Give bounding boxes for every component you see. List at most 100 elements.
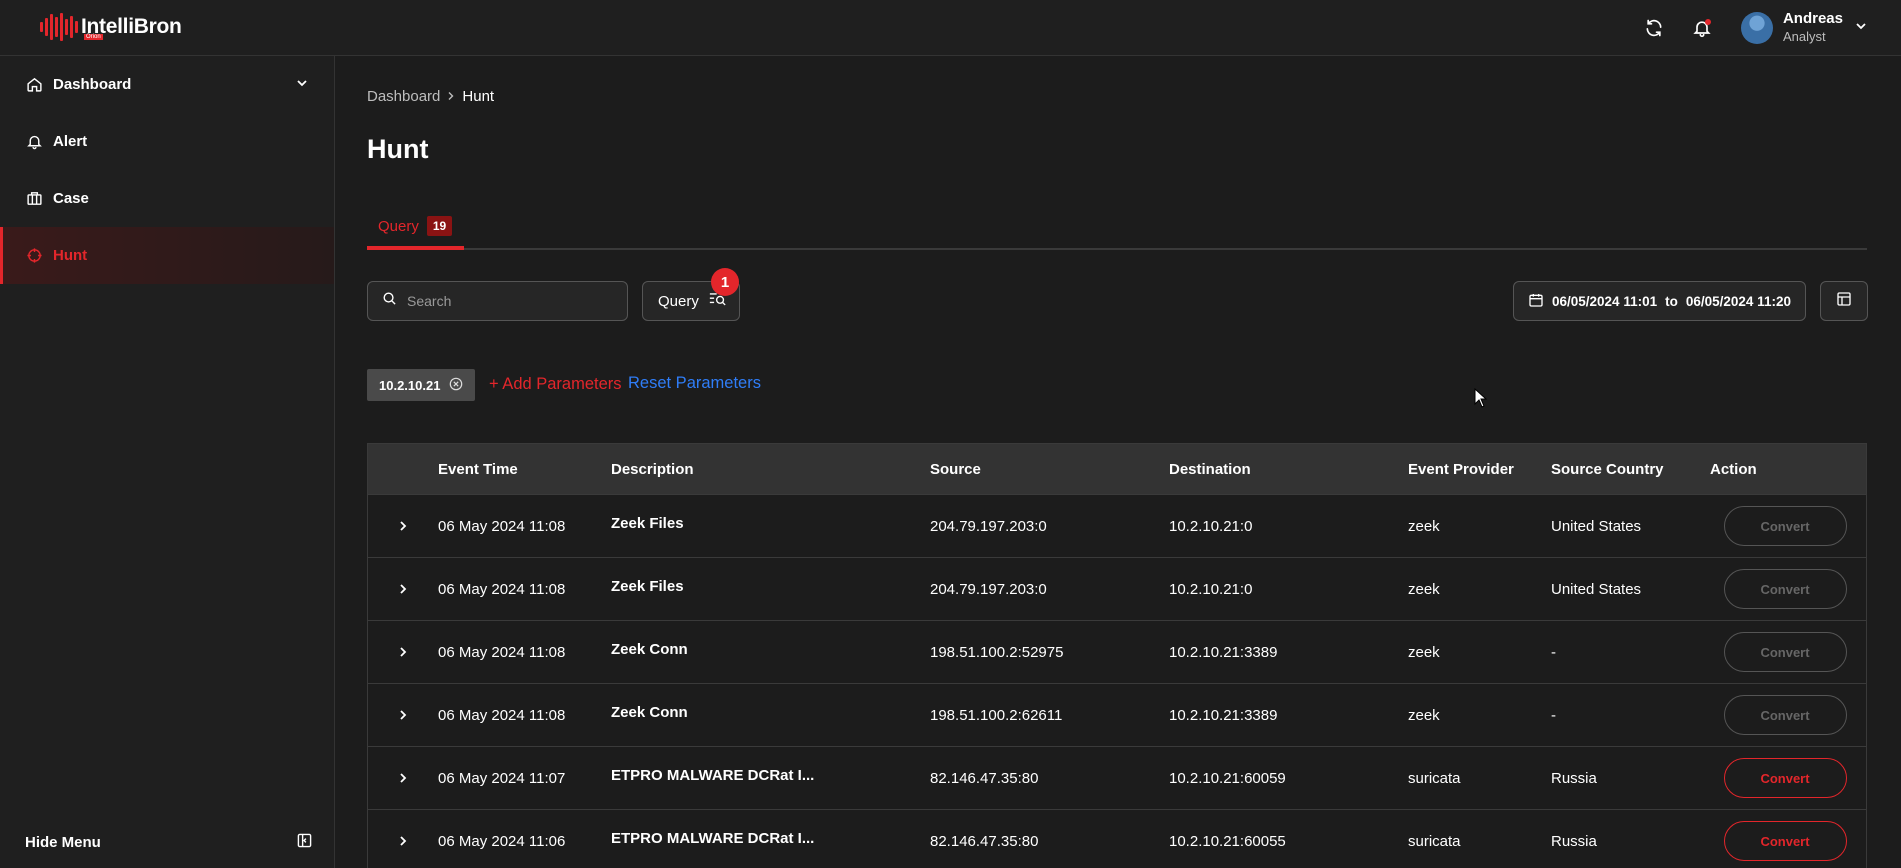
- tab-label: Query: [378, 217, 419, 235]
- convert-button[interactable]: Convert: [1723, 821, 1847, 861]
- sidebar-item-case[interactable]: Case: [0, 170, 334, 227]
- query-count-badge: 1: [711, 268, 739, 296]
- event-source: 204.79.197.203:0: [930, 580, 1047, 598]
- date-to: 06/05/2024 11:20: [1685, 293, 1791, 309]
- table-row[interactable]: 06 May 2024 11:08 Zeek Conn 198.51.100.2…: [368, 620, 1866, 683]
- convert-button[interactable]: Convert: [1723, 758, 1847, 798]
- tab-bar: Query 19: [367, 206, 1867, 250]
- convert-button[interactable]: Convert: [1723, 506, 1847, 546]
- event-provider: zeek: [1408, 706, 1440, 724]
- source-country: -: [1551, 643, 1556, 661]
- query-button-label: Query: [658, 292, 699, 310]
- event-provider: zeek: [1408, 580, 1440, 598]
- event-description: ETPRO MALWARE DCRat I...: [611, 829, 815, 847]
- search-input[interactable]: [407, 293, 607, 309]
- briefcase-icon: [25, 190, 43, 208]
- logo-mark-icon: [40, 12, 78, 42]
- event-time: 06 May 2024 11:08: [438, 517, 566, 535]
- add-parameters-link[interactable]: + Add Parameters: [489, 375, 622, 394]
- event-source: 82.146.47.35:80: [930, 832, 1039, 850]
- column-header[interactable]: Event Time: [438, 461, 611, 478]
- reset-parameters-link[interactable]: Reset Parameters: [628, 374, 761, 393]
- parameter-chip-label: 10.2.10.21: [379, 377, 441, 393]
- table-row[interactable]: 06 May 2024 11:06 ETPRO MALWARE DCRat I.…: [368, 809, 1866, 868]
- sidebar-item-label: Hunt: [53, 247, 88, 264]
- table-row[interactable]: 06 May 2024 11:08 Zeek Files 204.79.197.…: [368, 557, 1866, 620]
- column-header[interactable]: Description: [611, 461, 930, 478]
- remove-circle-icon[interactable]: [449, 377, 463, 394]
- column-header[interactable]: Source: [930, 461, 1169, 478]
- source-country: Russia: [1551, 769, 1597, 787]
- parameter-chip[interactable]: 10.2.10.21: [367, 369, 476, 401]
- event-description: Zeek Conn: [611, 703, 688, 721]
- chevron-right-icon: [400, 773, 407, 783]
- column-header[interactable]: Source Country: [1551, 461, 1710, 478]
- search-field[interactable]: [367, 281, 628, 321]
- sidebar-item-dashboard[interactable]: Dashboard: [0, 56, 334, 113]
- chevron-down-icon[interactable]: [296, 76, 308, 93]
- event-time: 06 May 2024 11:08: [438, 580, 566, 598]
- crosshair-icon: [25, 247, 43, 265]
- user-menu[interactable]: Andreas Analyst: [1740, 10, 1867, 46]
- expand-row-button[interactable]: [368, 520, 438, 532]
- date-from: 06/05/2024 11:01: [1552, 293, 1658, 309]
- convert-button[interactable]: Convert: [1723, 695, 1847, 735]
- tab-query[interactable]: Query 19: [367, 206, 464, 250]
- expand-row-button[interactable]: [368, 835, 438, 847]
- query-button[interactable]: Query 1: [642, 268, 740, 321]
- brand-logo[interactable]: IntelliBron Orion: [40, 12, 182, 42]
- breadcrumb-parent[interactable]: Dashboard: [367, 88, 440, 105]
- table-layout-icon: [1836, 291, 1852, 312]
- page-title: Hunt: [367, 134, 429, 164]
- hide-menu-button[interactable]: Hide Menu: [25, 833, 312, 852]
- event-provider: suricata: [1408, 769, 1461, 787]
- chevron-down-icon[interactable]: [1855, 19, 1867, 37]
- chevron-right-icon: [400, 710, 407, 720]
- brand-tagline: Orion: [84, 34, 103, 40]
- search-icon: [382, 291, 397, 311]
- table-header: Event Time Description Source Destinatio…: [368, 444, 1866, 494]
- calendar-icon: [1528, 292, 1544, 311]
- event-provider: zeek: [1408, 643, 1440, 661]
- event-destination: 10.2.10.21:3389: [1169, 706, 1278, 724]
- event-provider: suricata: [1408, 832, 1461, 850]
- event-time: 06 May 2024 11:08: [438, 643, 566, 661]
- expand-row-button[interactable]: [368, 583, 438, 595]
- mouse-cursor-icon: [1474, 387, 1488, 413]
- event-source: 198.51.100.2:52975: [930, 643, 1064, 661]
- convert-button[interactable]: Convert: [1723, 632, 1847, 672]
- refresh-icon[interactable]: [1639, 13, 1669, 43]
- convert-button[interactable]: Convert: [1723, 569, 1847, 609]
- table-row[interactable]: 06 May 2024 11:08 Zeek Conn 198.51.100.2…: [368, 683, 1866, 746]
- event-description: ETPRO MALWARE DCRat I...: [611, 766, 815, 784]
- sidebar-item-alert[interactable]: Alert: [0, 113, 334, 170]
- source-country: Russia: [1551, 832, 1597, 850]
- event-description: Zeek Files: [611, 514, 684, 532]
- sidebar-collapse-icon[interactable]: [297, 833, 312, 852]
- table-row[interactable]: 06 May 2024 11:08 Zeek Files 204.79.197.…: [368, 494, 1866, 557]
- expand-row-button[interactable]: [368, 709, 438, 721]
- column-header[interactable]: Destination: [1169, 461, 1408, 478]
- event-source: 198.51.100.2:62611: [930, 706, 1063, 724]
- sidebar-item-hunt[interactable]: Hunt: [0, 227, 334, 284]
- event-time: 06 May 2024 11:06: [438, 832, 566, 850]
- event-destination: 10.2.10.21:0: [1169, 517, 1253, 535]
- event-destination: 10.2.10.21:0: [1169, 580, 1253, 598]
- date-range-picker[interactable]: 06/05/2024 11:01 to 06/05/2024 11:20: [1513, 281, 1806, 321]
- expand-row-button[interactable]: [368, 772, 438, 784]
- column-layout-button[interactable]: [1820, 281, 1868, 321]
- event-destination: 10.2.10.21:60059: [1169, 769, 1286, 787]
- event-time: 06 May 2024 11:08: [438, 706, 566, 724]
- chevron-right-icon: [400, 836, 407, 846]
- breadcrumb-current: Hunt: [462, 88, 495, 105]
- event-description: Zeek Files: [611, 577, 684, 595]
- source-country: United States: [1551, 580, 1642, 598]
- table-row[interactable]: 06 May 2024 11:07 ETPRO MALWARE DCRat I.…: [368, 746, 1866, 809]
- expand-row-button[interactable]: [368, 646, 438, 658]
- source-country: United States: [1551, 517, 1642, 535]
- column-header[interactable]: Event Provider: [1408, 461, 1551, 478]
- notification-bell-icon[interactable]: [1687, 13, 1717, 43]
- chevron-right-icon: [446, 88, 456, 105]
- column-header: Action: [1710, 460, 1757, 478]
- bell-icon: [25, 133, 43, 151]
